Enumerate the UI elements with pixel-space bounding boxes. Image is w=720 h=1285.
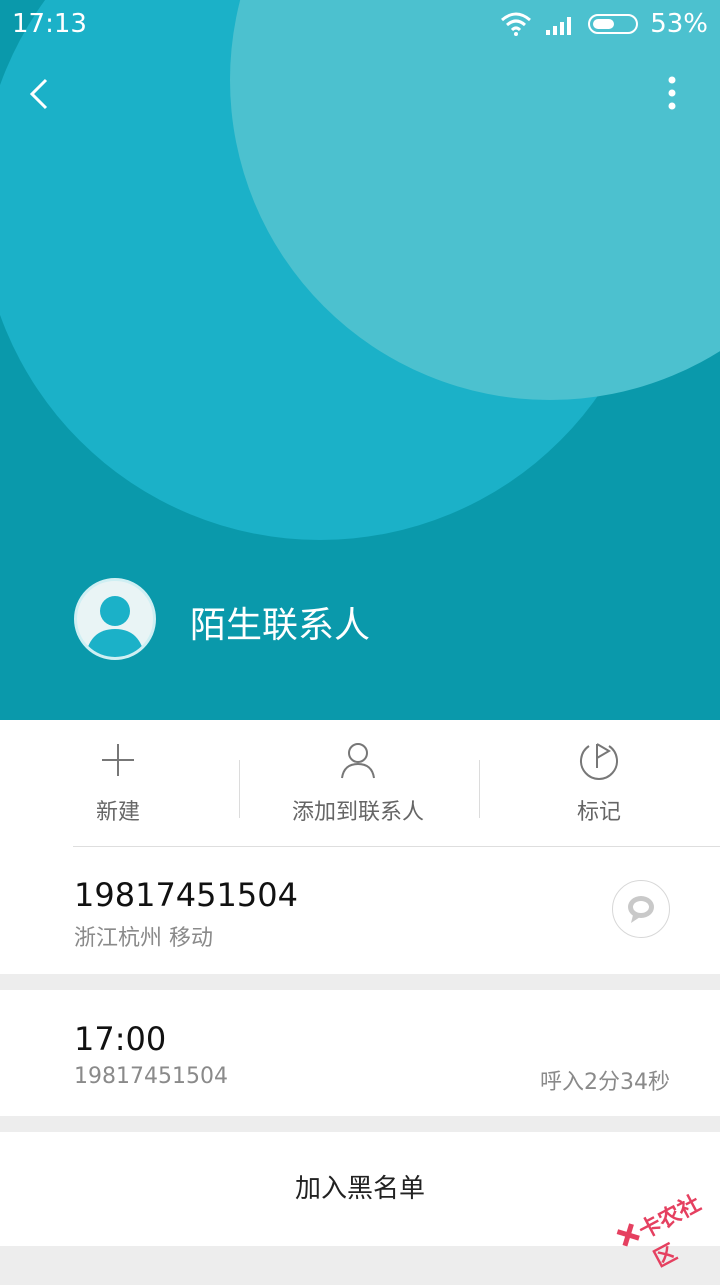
status-bar: 17:13 53%	[0, 0, 720, 50]
flag-icon	[580, 743, 618, 780]
wifi-icon	[501, 12, 532, 36]
chevron-left-icon	[29, 78, 48, 110]
call-time: 17:00	[74, 1020, 167, 1058]
add-to-contacts-button[interactable]: 添加到联系人	[278, 740, 438, 840]
avatar-person-icon	[85, 596, 145, 657]
message-button[interactable]	[612, 880, 670, 938]
call-detail: 呼入2分34秒	[540, 1070, 670, 1095]
battery-fill	[593, 19, 615, 29]
plus-icon	[102, 744, 134, 776]
mark-label: 标记	[576, 800, 621, 825]
action-divider	[479, 760, 480, 818]
new-contact-label: 新建	[95, 800, 140, 825]
contact-name: 陌生联系人	[190, 605, 371, 646]
add-to-contacts-label: 添加到联系人	[291, 800, 424, 825]
phone-number[interactable]: 19817451504	[74, 876, 298, 914]
section-divider	[73, 846, 720, 847]
mark-button[interactable]: 标记	[519, 740, 679, 840]
status-time: 17:13	[12, 9, 87, 39]
action-divider	[239, 760, 240, 818]
message-icon	[628, 896, 654, 923]
actions-card: 新建 添加到联系人 标记 19817451504 浙江杭州 移动	[0, 720, 720, 974]
signal-icon	[546, 17, 572, 35]
battery-percent: 53%	[650, 9, 708, 39]
person-icon	[341, 743, 375, 779]
call-record[interactable]: 17:00 19817451504 呼入2分34秒	[0, 990, 720, 1116]
contact-header: 17:13 53% 陌生联系人	[0, 0, 720, 720]
status-icons: 53%	[500, 9, 708, 39]
more-options-button[interactable]	[652, 70, 692, 116]
more-vertical-icon	[668, 76, 676, 110]
avatar	[74, 578, 156, 660]
phone-location: 浙江杭州 移动	[74, 926, 213, 951]
back-button[interactable]	[22, 72, 62, 116]
new-contact-button[interactable]: 新建	[38, 740, 198, 840]
call-number: 19817451504	[74, 1064, 228, 1089]
battery-icon	[588, 14, 639, 34]
